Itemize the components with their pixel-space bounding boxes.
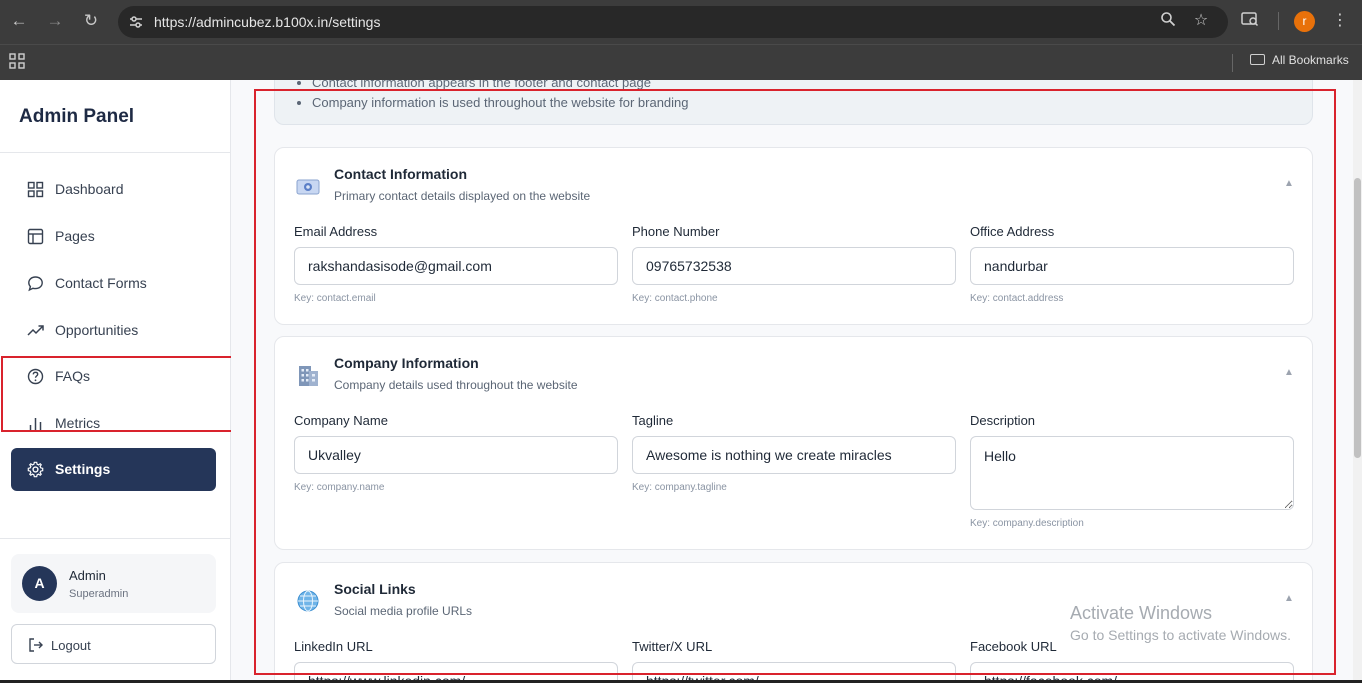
user-role: Superadmin: [69, 588, 129, 600]
all-bookmarks-button[interactable]: All Bookmarks: [1250, 53, 1349, 67]
logout-icon: [29, 638, 43, 652]
scrollbar-thumb[interactable]: [1354, 178, 1361, 458]
info-list: Contact information appears in the foote…: [312, 80, 689, 113]
dashboard-grid-icon: [27, 181, 44, 198]
mailbox-icon: [296, 179, 320, 195]
main-scrollbar[interactable]: [1353, 80, 1362, 683]
sidebar-item-contact-forms[interactable]: Contact Forms: [11, 262, 216, 305]
sidebar-item-settings[interactable]: Settings: [11, 448, 216, 491]
linkedin-label: LinkedIn URL: [294, 639, 373, 654]
settings-highlight-box: [1, 356, 237, 432]
collapse-caret-icon[interactable]: ▲: [1284, 367, 1294, 378]
sidebar-title: Admin Panel: [19, 106, 135, 127]
reload-icon[interactable]: ↻: [80, 10, 102, 32]
tagline-label: Tagline: [632, 413, 674, 428]
field-key: Key: contact.email: [294, 293, 376, 304]
sidebar-item-label: Settings: [55, 461, 111, 477]
sidebar-item-label: Dashboard: [55, 181, 124, 197]
layout-icon: [27, 228, 44, 245]
windows-activation-watermark: Activate Windows Go to Settings to activ…: [1070, 603, 1291, 643]
all-bookmarks-label: All Bookmarks: [1272, 53, 1349, 67]
sidebar-item-label: Pages: [55, 228, 95, 244]
logout-button[interactable]: Logout: [11, 624, 216, 664]
main-content: Contact information appears in the foote…: [231, 80, 1353, 683]
watermark-subtitle: Go to Settings to activate Windows.: [1070, 627, 1291, 643]
email-field[interactable]: [294, 247, 618, 285]
phone-field[interactable]: [632, 247, 956, 285]
twitter-label: Twitter/X URL: [632, 639, 713, 654]
browser-toolbar: ← → ↻ https://admincubez.b100x.in/settin…: [0, 0, 1362, 44]
section-subtitle: Primary contact details displayed on the…: [334, 189, 591, 203]
sidebar-divider: [0, 152, 230, 153]
field-key: Key: company.name: [294, 482, 385, 493]
zoom-icon[interactable]: [1158, 11, 1178, 31]
bookmarks-bar: All Bookmarks: [0, 44, 1362, 80]
section-subtitle: Company details used throughout the webs…: [334, 378, 578, 392]
facebook-label: Facebook URL: [970, 639, 1057, 654]
description-label: Description: [970, 413, 1036, 428]
sidebar-item-label: Contact Forms: [55, 275, 147, 291]
user-name: Admin: [69, 568, 106, 583]
menu-dots-icon[interactable]: ⋮: [1330, 11, 1350, 31]
address-field[interactable]: [970, 247, 1294, 285]
sidebar-item-label: Opportunities: [55, 322, 139, 338]
field-key: Key: company.description: [970, 518, 1084, 529]
company-name-label: Company Name: [294, 413, 388, 428]
building-icon: [299, 366, 318, 386]
company-information-card: Company Information Company details used…: [274, 336, 1313, 550]
logout-label: Logout: [51, 638, 91, 653]
field-key: Key: company.tagline: [632, 482, 727, 493]
tab-search-icon[interactable]: [1240, 11, 1260, 31]
section-title: Company Information: [334, 355, 479, 371]
sidebar-item-pages[interactable]: Pages: [11, 215, 216, 258]
section-title: Social Links: [334, 581, 416, 597]
url-text[interactable]: https://admincubez.b100x.in/settings: [154, 14, 380, 30]
field-key: Key: contact.phone: [632, 293, 718, 304]
user-card: A Admin Superadmin: [11, 554, 216, 613]
contact-information-card: Contact Information Primary contact deta…: [274, 147, 1313, 325]
forward-icon[interactable]: →: [44, 10, 66, 32]
section-subtitle: Social media profile URLs: [334, 604, 473, 618]
company-name-field[interactable]: [294, 436, 618, 474]
address-label: Office Address: [970, 224, 1055, 239]
toolbar-divider: [1278, 12, 1279, 30]
sidebar-item-dashboard[interactable]: Dashboard: [11, 168, 216, 211]
back-icon[interactable]: ←: [8, 10, 30, 32]
address-bar[interactable]: https://admincubez.b100x.in/settings: [118, 6, 1228, 38]
collapse-caret-icon[interactable]: ▲: [1284, 178, 1294, 189]
sidebar-divider: [0, 538, 230, 539]
info-box: Contact information appears in the foote…: [274, 80, 1313, 125]
phone-label: Phone Number: [632, 224, 720, 239]
apps-grid-icon[interactable]: [9, 53, 25, 69]
info-item: Company information is used throughout t…: [312, 93, 689, 113]
gear-icon: [27, 461, 44, 478]
email-label: Email Address: [294, 224, 378, 239]
star-icon[interactable]: ☆: [1191, 11, 1211, 31]
globe-icon: [297, 590, 319, 612]
profile-avatar[interactable]: r: [1294, 11, 1315, 32]
avatar: A: [22, 566, 57, 601]
description-field[interactable]: Hello: [970, 436, 1294, 510]
trend-icon: [27, 325, 44, 336]
section-title: Contact Information: [334, 166, 467, 182]
site-settings-icon[interactable]: [128, 14, 144, 30]
field-key: Key: contact.address: [970, 293, 1064, 304]
folder-icon: [1250, 54, 1265, 65]
watermark-title: Activate Windows: [1070, 603, 1213, 623]
bookmarks-divider: [1232, 54, 1233, 72]
info-item: Contact information appears in the foote…: [312, 80, 689, 93]
sidebar-item-opportunities[interactable]: Opportunities: [11, 309, 216, 352]
chat-bubble-icon: [28, 276, 43, 292]
tagline-field[interactable]: [632, 436, 956, 474]
